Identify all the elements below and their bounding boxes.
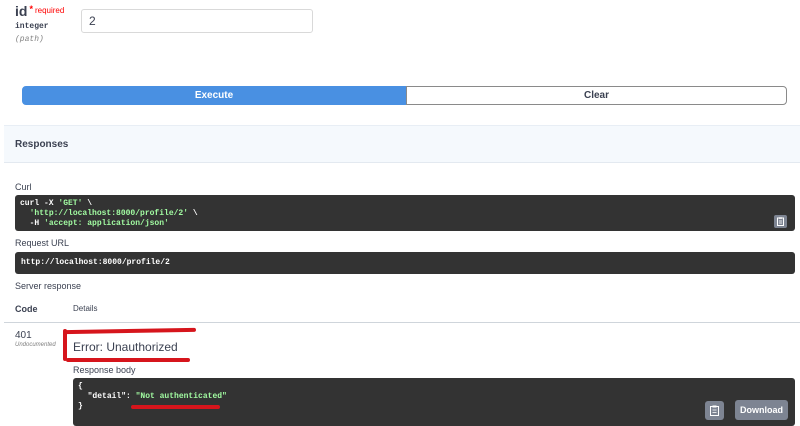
param-name-text: id [15,3,28,19]
operation-panel: id*required integer (path) Execute Clear… [0,0,800,426]
response-body-label: Response body [73,365,136,375]
param-type: integer [15,22,49,31]
download-button[interactable]: Download [735,400,788,420]
curl-line1-string: 'GET' [58,199,83,208]
request-url-value: http://localhost:8000/profile/2 [21,258,170,267]
curl-line1-suffix: \ [82,199,93,208]
responses-title: Responses [15,139,69,150]
param-name: id * required [15,3,64,19]
execute-button[interactable]: Execute [22,86,406,105]
curl-label: Curl [15,182,32,192]
column-details: Details [73,304,98,313]
copy-curl-icon[interactable] [774,215,787,228]
curl-line1-prefix: curl -X [20,199,59,208]
response-table-header: Code Details [4,300,800,323]
id-input[interactable] [81,9,313,33]
column-code: Code [15,304,38,314]
annotation-top-line [62,327,197,335]
server-response-label: Server response [15,281,82,291]
required-star: * [29,4,33,14]
annotation-left-line [63,329,67,361]
body-value: "Not authenticated" [135,392,227,401]
curl-line3-string: 'accept: application/json' [44,219,169,228]
required-label: required [34,6,65,15]
param-location: (path) [15,35,44,44]
annotation-underline [131,405,220,409]
responses-header: Responses [4,125,800,163]
execute-clear-group: Execute Clear [22,86,787,105]
curl-line2-suffix: \ [188,209,198,218]
curl-line2-string: 'http://localhost:8000/profile/2' [29,209,189,218]
curl-line3-prefix: -H [29,219,45,228]
body-close-brace: } [78,402,83,411]
request-url-label: Request URL [15,238,70,248]
body-key: "detail" [87,392,127,401]
body-colon: : [126,392,136,401]
request-url-block: http://localhost:8000/profile/2 [15,252,795,274]
copy-response-icon[interactable] [705,401,724,420]
body-open-brace: { [78,382,83,391]
error-message: Error: Unauthorized [73,340,178,354]
status-undocumented: Undocumented [15,342,56,348]
curl-code-block: curl -X 'GET' \ 'http://localhost:8000/p… [15,195,795,231]
response-body-block: { "detail": "Not authenticated" } [73,378,795,426]
annotation-bottom-line [66,358,190,362]
status-code: 401 [15,330,32,341]
clear-button[interactable]: Clear [406,86,787,105]
